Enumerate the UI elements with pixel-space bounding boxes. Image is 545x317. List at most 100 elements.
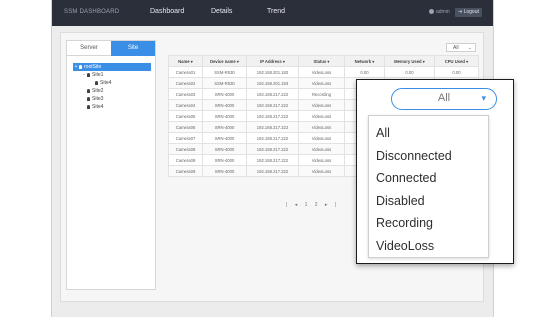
table-cell: Camera08	[168, 143, 203, 155]
table-cell: 192.168.217.222	[246, 88, 299, 100]
table-cell: VideoLoss	[298, 121, 345, 133]
status-option[interactable]: All	[376, 126, 390, 140]
table-cell: SRN-4000	[202, 121, 247, 133]
site-pin-icon	[87, 88, 90, 93]
table-cell: VideoLoss	[298, 99, 345, 111]
status-filter-value: All	[437, 92, 451, 104]
tree-item[interactable]: - Site1	[73, 71, 151, 79]
site-pin-icon	[87, 96, 90, 101]
pagination[interactable]: | ◂ 1 2 ▸ |	[286, 202, 339, 208]
user-menu[interactable]: admin	[429, 9, 450, 15]
table-cell: SRN-4000	[202, 110, 247, 122]
user-name: admin	[436, 9, 450, 15]
table-cell: SRN-4000	[202, 88, 247, 100]
status-option[interactable]: Connected	[376, 171, 436, 185]
chevron-down-icon: ▾	[481, 93, 486, 103]
table-cell: Camera07	[168, 132, 203, 144]
column-header[interactable]: Device name ▾	[202, 55, 247, 67]
status-option[interactable]: Recording	[376, 216, 433, 230]
table-cell: VideoLoss	[298, 110, 345, 122]
tree-item[interactable]: Site4	[73, 79, 151, 87]
table-cell: Camera09	[168, 154, 203, 166]
tab-server[interactable]: Server	[67, 41, 111, 56]
table-cell: 192.168.217.222	[246, 165, 299, 177]
chevron-down-icon: ⌄	[467, 45, 472, 51]
tree-item[interactable]: Site3	[73, 95, 151, 103]
table-cell: SRN-4000	[202, 99, 247, 111]
table-cell: Camera09	[168, 165, 203, 177]
tree-item-label: Site4	[100, 80, 112, 86]
column-header[interactable]: Name ▾	[168, 55, 203, 67]
status-filter-small-value: All	[453, 45, 459, 51]
table-cell: 192.168.217.222	[246, 99, 299, 111]
table-cell: SRN-4000	[202, 165, 247, 177]
column-header[interactable]: Status ▾	[298, 55, 345, 67]
tab-site[interactable]: Site	[111, 41, 155, 56]
logout-label: Logout	[463, 9, 479, 15]
table-header-row: Name ▾ Device name ▾ IP Address ▾ Status ▾ N…	[168, 55, 479, 67]
table-row[interactable]: Camera01 SSM-R530 192.168.201.183 VideoLoss…	[168, 66, 479, 78]
table-cell: VideoLoss	[298, 66, 345, 78]
column-header[interactable]: IP Address ▾	[246, 55, 299, 67]
tree-item-label: rootSite	[84, 64, 102, 70]
status-option[interactable]: Disconnected	[376, 149, 452, 163]
tree-item-label: Site1	[92, 72, 104, 78]
status-filter-select[interactable]: All ▾	[391, 88, 497, 110]
table-cell: SRN-4000	[202, 132, 247, 144]
status-filter-callout: All ▾ All Disconnected Connected Disabled Re…	[356, 79, 514, 264]
table-cell: SRN-4000	[202, 154, 247, 166]
site-pin-icon	[95, 80, 98, 85]
table-cell: Recording	[298, 88, 345, 100]
site-tree: + rootSite - Site1 Site4 Site2 Site3 Site4	[73, 63, 151, 111]
table-cell: 192.168.201.183	[246, 77, 299, 89]
tree-item-label: Site3	[92, 96, 104, 102]
status-filter-small[interactable]: All ⌄	[446, 43, 476, 52]
tree-item[interactable]: Site2	[73, 87, 151, 95]
table-cell: SRN-4000	[202, 143, 247, 155]
status-option[interactable]: Disabled	[376, 194, 425, 208]
table-cell: VideoLoss	[298, 165, 345, 177]
table-cell: Camera06	[168, 121, 203, 133]
table-cell: SSM-R530	[202, 66, 247, 78]
top-navigation-bar: SSM DASHBOARD Dashboard Details Trend ad…	[52, 0, 493, 26]
panel-tabs: Server Site	[67, 41, 155, 56]
table-cell: SSM-R530	[202, 77, 247, 89]
table-cell: 192.168.201.183	[246, 66, 299, 78]
tree-item-label: Site4	[92, 104, 104, 110]
table-cell: 192.168.217.222	[246, 132, 299, 144]
tree-item-label: Site2	[92, 88, 104, 94]
site-pin-icon	[87, 104, 90, 109]
column-header[interactable]: Network ▾	[344, 55, 385, 67]
column-header[interactable]: Memory Used ▾	[384, 55, 435, 67]
user-icon	[429, 9, 434, 15]
table-cell: Camera05	[168, 110, 203, 122]
site-pin-icon	[79, 64, 82, 69]
site-pin-icon	[87, 72, 90, 77]
table-cell: Camera03	[168, 88, 203, 100]
table-cell: VideoLoss	[298, 132, 345, 144]
column-header[interactable]: CPU Used ▾	[434, 55, 479, 67]
status-option[interactable]: VideoLoss	[376, 239, 434, 253]
table-cell: 0.00	[384, 66, 435, 78]
tree-item[interactable]: + rootSite	[73, 63, 151, 71]
nav-dashboard[interactable]: Dashboard	[150, 8, 184, 15]
table-cell: VideoLoss	[298, 143, 345, 155]
table-cell: Camera01	[168, 66, 203, 78]
table-cell: 192.168.217.222	[246, 121, 299, 133]
tree-item[interactable]: Site4	[73, 103, 151, 111]
table-cell: VideoLoss	[298, 77, 345, 89]
table-cell: 192.168.217.222	[246, 110, 299, 122]
table-cell: 192.168.217.222	[246, 143, 299, 155]
site-tree-panel: Server Site + rootSite - Site1 Site4 Site2 Sit…	[66, 40, 156, 290]
table-cell: 192.168.217.222	[246, 154, 299, 166]
table-cell: 0.00	[344, 66, 385, 78]
table-cell: Camera04	[168, 99, 203, 111]
table-cell: VideoLoss	[298, 154, 345, 166]
nav-trend[interactable]: Trend	[267, 8, 285, 15]
status-filter-options: All Disconnected Connected Disabled Recordin…	[368, 115, 489, 258]
table-cell: Camera02	[168, 77, 203, 89]
logout-button[interactable]: ⇥ Logout	[455, 8, 482, 17]
nav-details[interactable]: Details	[211, 8, 232, 15]
brand-title: SSM DASHBOARD	[64, 9, 120, 15]
table-cell: 0.00	[434, 66, 479, 78]
